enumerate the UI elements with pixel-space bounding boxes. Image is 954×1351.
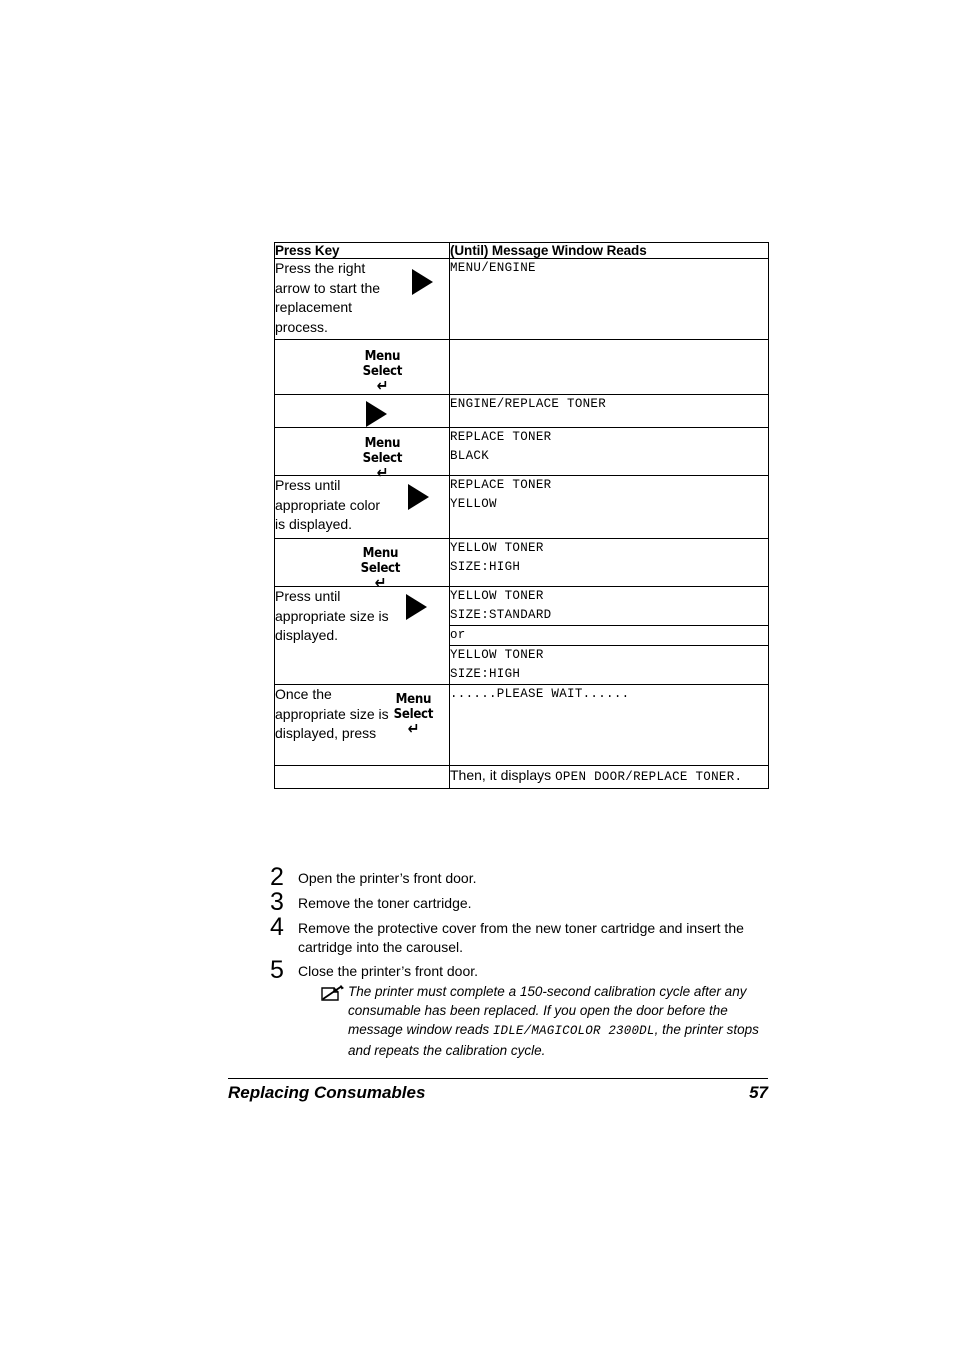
table-row: Menu Select ↵ xyxy=(274,339,769,395)
document-page: Press Key (Until) Message Window Reads P… xyxy=(0,0,954,1351)
return-arrow-icon: ↵ xyxy=(407,719,420,738)
step-number: 2 xyxy=(270,863,284,891)
press-key-cell: Press until appropriate size is displaye… xyxy=(274,586,450,685)
press-key-instruction: Press until appropriate color is display… xyxy=(275,477,381,532)
press-key-instruction: Press until appropriate size is displaye… xyxy=(275,588,389,643)
table-row: Press until appropriate size is displaye… xyxy=(274,586,769,685)
step-text: Close the printer’s front door. xyxy=(298,963,479,979)
menu-select-key-icon[interactable]: Menu Select ↵ xyxy=(361,546,401,591)
note-text: The printer must complete a 150-second c… xyxy=(348,982,770,1060)
column-header-message-window: (Until) Message Window Reads xyxy=(449,242,769,259)
right-arrow-icon[interactable] xyxy=(406,594,427,620)
footer-section-title: Replacing Consumables xyxy=(228,1083,426,1102)
list-item: 2 Open the printer’s front door. xyxy=(270,863,770,891)
message-window-cell: YELLOW TONER SIZE:HIGH xyxy=(449,538,769,587)
table-row: Once the appropriate size is displayed, … xyxy=(274,684,769,766)
step-number: 4 xyxy=(270,913,284,941)
press-key-instruction: Once the appropriate size is displayed, … xyxy=(275,686,389,741)
message-mono-text: OPEN DOOR/REPLACE TONER. xyxy=(555,770,743,784)
right-arrow-icon[interactable] xyxy=(408,484,429,510)
list-item: 5 Close the printer’s front door. xyxy=(270,956,770,984)
press-key-cell xyxy=(274,765,450,789)
note-pencil-icon xyxy=(320,984,348,1006)
footer-page-number: 57 xyxy=(749,1083,768,1102)
numbered-steps-list: 2 Open the printer’s front door. 3 Remov… xyxy=(270,863,770,984)
message-window-cell: YELLOW TONER SIZE:STANDARD xyxy=(449,586,769,626)
message-window-cell: ENGINE/REPLACE TONER xyxy=(449,394,769,428)
right-arrow-icon[interactable] xyxy=(412,269,433,295)
press-key-cell xyxy=(274,394,450,428)
step-text: Open the printer’s front door. xyxy=(298,870,477,886)
step-number: 5 xyxy=(270,956,284,984)
message-window-cell: REPLACE TONER YELLOW xyxy=(449,475,769,539)
table-row: Press the right arrow to start the repla… xyxy=(274,258,769,340)
table-row: Press until appropriate color is display… xyxy=(274,475,769,539)
message-window-cell: MENU/ENGINE xyxy=(449,258,769,340)
press-key-cell: Menu Select ↵ xyxy=(274,427,450,481)
note-block: The printer must complete a 150-second c… xyxy=(320,982,770,1060)
note-mono-text: IDLE/MAGICOLOR 2300DL xyxy=(492,1024,655,1038)
press-key-cell: Press until appropriate color is display… xyxy=(274,475,450,539)
message-window-cell: REPLACE TONER BLACK xyxy=(449,427,769,476)
step-number: 3 xyxy=(270,888,284,916)
footer-divider xyxy=(228,1078,768,1079)
menu-select-key-icon[interactable]: Menu Select ↵ xyxy=(363,349,403,395)
column-header-press-key: Press Key xyxy=(274,242,450,259)
table-row: Menu Select ↵ YELLOW TONER SIZE:HIGH xyxy=(274,538,769,591)
message-window-cell: ......PLEASE WAIT...... xyxy=(449,684,769,766)
press-key-cell: Once the appropriate size is displayed, … xyxy=(274,684,450,766)
table-row: ENGINE/REPLACE TONER xyxy=(274,394,769,428)
message-window-cell-or: or xyxy=(449,625,769,646)
press-key-cell: Press the right arrow to start the repla… xyxy=(274,258,450,340)
menu-select-key-icon[interactable]: Menu Select ↵ xyxy=(363,436,403,481)
message-window-cell xyxy=(449,339,769,395)
return-arrow-icon: ↵ xyxy=(376,376,389,395)
message-window-cell: Then, it displays OPEN DOOR/REPLACE TONE… xyxy=(449,765,769,789)
page-footer: Replacing Consumables 57 xyxy=(228,1083,768,1103)
right-arrow-icon[interactable] xyxy=(366,401,387,427)
procedure-table: Press Key (Until) Message Window Reads P… xyxy=(274,242,769,789)
press-key-cell: Menu Select ↵ xyxy=(274,339,450,395)
press-key-instruction: Press the right arrow to start the repla… xyxy=(275,260,381,335)
message-lead-text: Then, it displays xyxy=(450,767,556,783)
list-item: 4 Remove the protective cover from the n… xyxy=(270,913,770,957)
press-key-cell: Menu Select ↵ xyxy=(274,538,450,591)
step-text: Remove the protective cover from the new… xyxy=(298,920,744,955)
message-window-cell: YELLOW TONER SIZE:HIGH xyxy=(449,645,769,685)
menu-select-key-icon[interactable]: Menu Select ↵ xyxy=(394,692,434,738)
table-header-row: Press Key (Until) Message Window Reads xyxy=(274,242,769,259)
list-item: 3 Remove the toner cartridge. xyxy=(270,888,770,916)
table-row: Menu Select ↵ REPLACE TONER BLACK xyxy=(274,427,769,481)
step-text: Remove the toner cartridge. xyxy=(298,895,472,911)
table-row: Then, it displays OPEN DOOR/REPLACE TONE… xyxy=(274,765,769,789)
